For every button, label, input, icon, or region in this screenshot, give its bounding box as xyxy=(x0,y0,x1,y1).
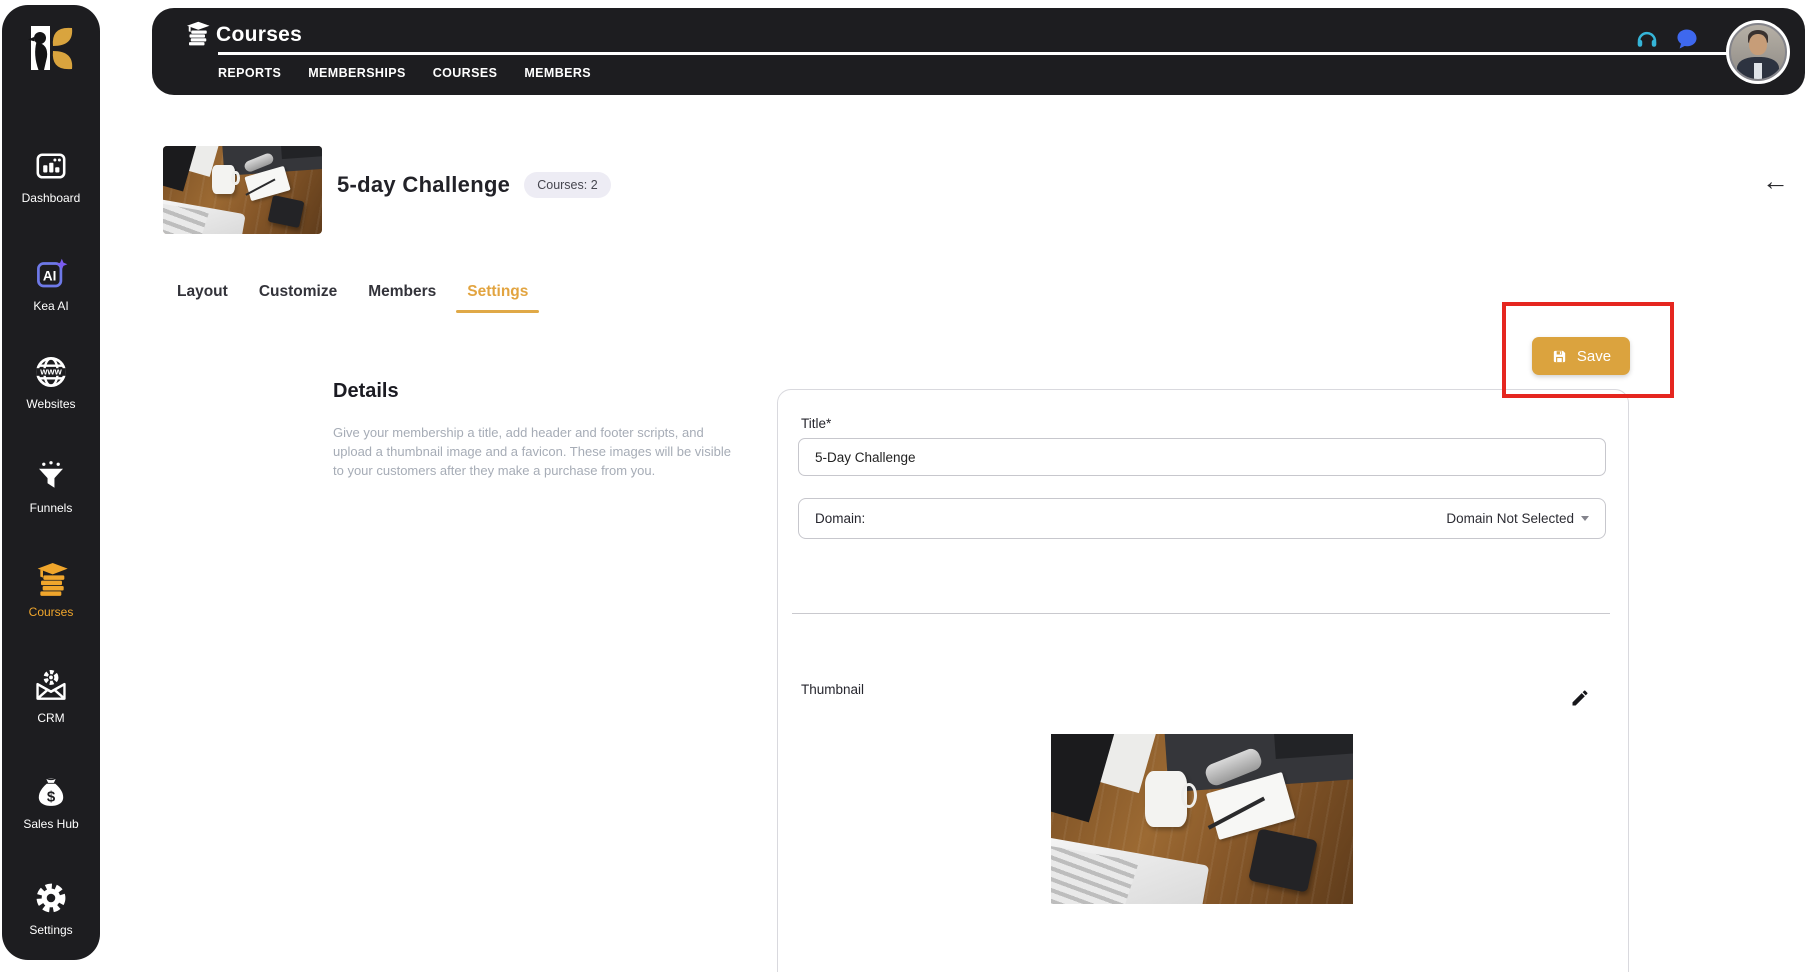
tab-customize[interactable]: Customize xyxy=(259,283,337,310)
courses-count-badge: Courses: 2 xyxy=(524,172,610,198)
header-divider xyxy=(218,52,1730,55)
floppy-disk-icon xyxy=(1551,348,1568,365)
support-headphones-icon[interactable] xyxy=(1634,26,1660,57)
tab-settings[interactable]: Settings xyxy=(467,283,528,310)
thumbnail-label: Thumbnail xyxy=(801,682,864,697)
nav-item-courses[interactable]: COURSES xyxy=(433,66,498,80)
course-tabs: Layout Customize Members Settings xyxy=(177,283,528,310)
sidebar-item-label: Settings xyxy=(2,923,100,937)
kea-ai-icon: AI xyxy=(2,251,100,297)
sales-hub-icon: $ xyxy=(2,769,100,815)
sidebar-item-funnels[interactable]: Funnels xyxy=(2,453,100,515)
chevron-down-icon xyxy=(1581,516,1589,521)
title-input[interactable] xyxy=(798,438,1606,476)
back-arrow-icon[interactable]: ← xyxy=(1762,168,1789,195)
svg-text:www: www xyxy=(39,367,62,377)
save-button-label: Save xyxy=(1577,348,1611,365)
sidebar-item-sales-hub[interactable]: $ Sales Hub xyxy=(2,769,100,831)
avatar-photo xyxy=(1729,23,1787,81)
bird-leaf-logo-icon xyxy=(20,17,84,81)
course-thumbnail-image xyxy=(163,146,322,234)
nav-item-reports[interactable]: REPORTS xyxy=(218,66,281,80)
nav-item-members[interactable]: MEMBERS xyxy=(524,66,591,80)
sidebar-item-courses[interactable]: Courses xyxy=(2,557,100,619)
sidebar-item-label: Websites xyxy=(2,397,100,411)
course-header: 5-day Challenge Courses: 2 xyxy=(337,172,611,198)
sidebar: Dashboard AI Kea AI www Websites Funnels… xyxy=(2,5,100,960)
header-nav: REPORTS MEMBERSHIPS COURSES MEMBERS xyxy=(218,66,591,80)
sidebar-item-label: Dashboard xyxy=(2,191,100,205)
save-button[interactable]: Save xyxy=(1532,337,1630,375)
domain-label: Domain: xyxy=(815,511,865,526)
courses-icon xyxy=(2,557,100,603)
thumbnail-preview-image xyxy=(1051,734,1353,904)
details-heading: Details xyxy=(333,380,399,403)
svg-text:$: $ xyxy=(47,789,56,806)
sidebar-item-label: Kea AI xyxy=(2,299,100,313)
domain-select[interactable]: Domain: Domain Not Selected xyxy=(798,498,1606,539)
courses-stack-icon xyxy=(182,19,212,54)
sidebar-item-kea-ai[interactable]: AI Kea AI xyxy=(2,251,100,313)
sidebar-item-label: Sales Hub xyxy=(2,817,100,831)
nav-item-memberships[interactable]: MEMBERSHIPS xyxy=(308,66,405,80)
top-header: Courses REPORTS MEMBERSHIPS COURSES MEMB… xyxy=(152,8,1805,95)
sidebar-item-settings[interactable]: Settings xyxy=(2,875,100,937)
user-avatar[interactable] xyxy=(1726,20,1790,84)
tab-layout[interactable]: Layout xyxy=(177,283,228,310)
edit-thumbnail-pencil-icon[interactable] xyxy=(1570,688,1590,713)
settings-form-card: Title* Domain: Domain Not Selected Thumb… xyxy=(777,389,1629,972)
sidebar-item-crm[interactable]: CRM xyxy=(2,663,100,725)
details-description: Give your membership a title, add header… xyxy=(333,424,733,481)
dashboard-icon xyxy=(2,143,100,189)
funnels-icon xyxy=(2,453,100,499)
tab-members[interactable]: Members xyxy=(368,283,436,310)
brand-logo[interactable] xyxy=(20,17,84,81)
domain-selected-value: Domain Not Selected xyxy=(1446,511,1574,526)
sidebar-item-label: CRM xyxy=(2,711,100,725)
course-title: 5-day Challenge xyxy=(337,172,510,198)
settings-gear-icon xyxy=(2,875,100,921)
sidebar-item-websites[interactable]: www Websites xyxy=(2,349,100,411)
websites-icon: www xyxy=(2,349,100,395)
sidebar-item-label: Courses xyxy=(2,605,100,619)
page-title: Courses xyxy=(216,23,302,47)
section-divider xyxy=(792,613,1610,614)
svg-text:AI: AI xyxy=(43,268,57,283)
crm-icon xyxy=(2,663,100,709)
page: Dashboard AI Kea AI www Websites Funnels… xyxy=(0,0,1814,972)
sidebar-item-label: Funnels xyxy=(2,501,100,515)
sidebar-item-dashboard[interactable]: Dashboard xyxy=(2,143,100,205)
chat-bubble-icon[interactable] xyxy=(1674,26,1700,57)
title-field-label: Title* xyxy=(801,416,831,431)
